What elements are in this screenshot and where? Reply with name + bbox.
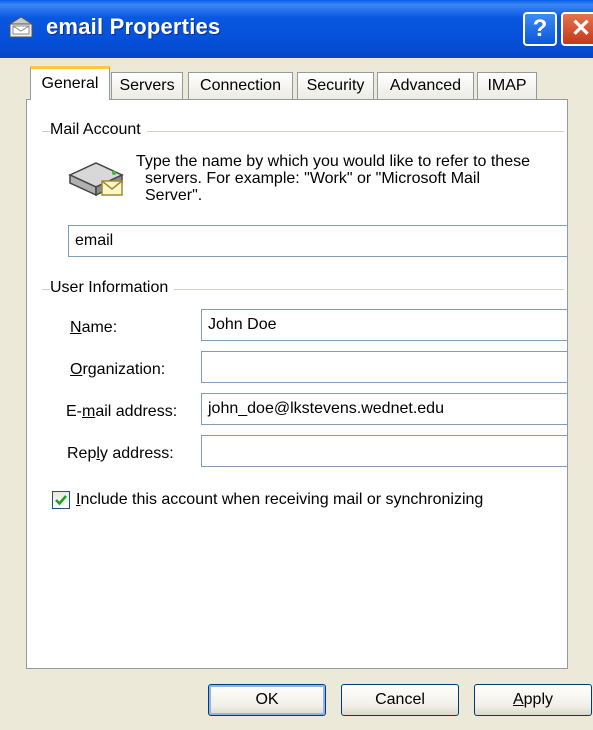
email-address-label: E-mail address: (66, 403, 177, 421)
include-account-label[interactable]: Include this account when receiving mail… (76, 491, 483, 509)
ok-button[interactable]: OK (208, 684, 326, 716)
name-label: Name: (70, 319, 117, 337)
close-icon: ✕ (570, 15, 592, 42)
apply-button[interactable]: Apply (474, 684, 592, 716)
access-key: A (512, 691, 524, 708)
account-name-input[interactable]: email (68, 225, 568, 257)
label-part: ail address: (95, 403, 178, 420)
tab-imap[interactable]: IMAP (477, 72, 537, 99)
name-field[interactable]: John Doe (201, 309, 568, 341)
access-key: O (70, 361, 83, 378)
label-part: E- (66, 403, 82, 420)
mail-account-icon (8, 16, 34, 38)
cancel-button[interactable]: Cancel (341, 684, 459, 716)
label-part: nclude this account when receiving mail … (80, 491, 484, 508)
access-key: N (70, 319, 82, 336)
close-button[interactable]: ✕ (561, 12, 593, 46)
reply-address-label: Reply address: (67, 445, 174, 463)
label-part: pply (523, 691, 554, 708)
mail-account-group-label: Mail Account (50, 121, 147, 139)
window-title: email Properties (46, 14, 221, 39)
label-part: rganization: (82, 361, 166, 378)
tab-servers[interactable]: Servers (111, 72, 183, 99)
properties-dialog: email Properties ? ✕ General Servers Con… (0, 0, 593, 730)
tab-advanced[interactable]: Advanced (377, 72, 474, 99)
description-line: Server". (145, 187, 203, 204)
organization-field[interactable] (201, 351, 568, 383)
organization-label: Organization: (70, 361, 165, 379)
tab-connection[interactable]: Connection (188, 72, 293, 99)
description-line: servers. For example: "Work" or "Microso… (145, 170, 481, 187)
user-information-group-label: User Information (50, 279, 175, 297)
tab-general[interactable]: General (30, 66, 110, 100)
label-part: Rep (67, 445, 97, 462)
include-account-checkbox[interactable] (52, 491, 70, 509)
email-address-field[interactable]: john_doe@lkstevens.wednet.edu (201, 393, 568, 425)
description-line: Type the name by which you would like to… (136, 153, 530, 170)
reply-address-field[interactable] (201, 435, 568, 467)
mail-server-icon (68, 162, 124, 197)
mail-account-description: Type the name by which you would like to… (136, 153, 566, 204)
label-part: y address: (99, 445, 174, 462)
access-key: m (82, 403, 96, 420)
checkmark-icon (55, 495, 67, 506)
title-bar[interactable]: email Properties ? ✕ (0, 0, 593, 58)
help-button[interactable]: ? (523, 12, 557, 46)
label-part: ame: (81, 319, 118, 336)
tab-security[interactable]: Security (297, 72, 374, 99)
